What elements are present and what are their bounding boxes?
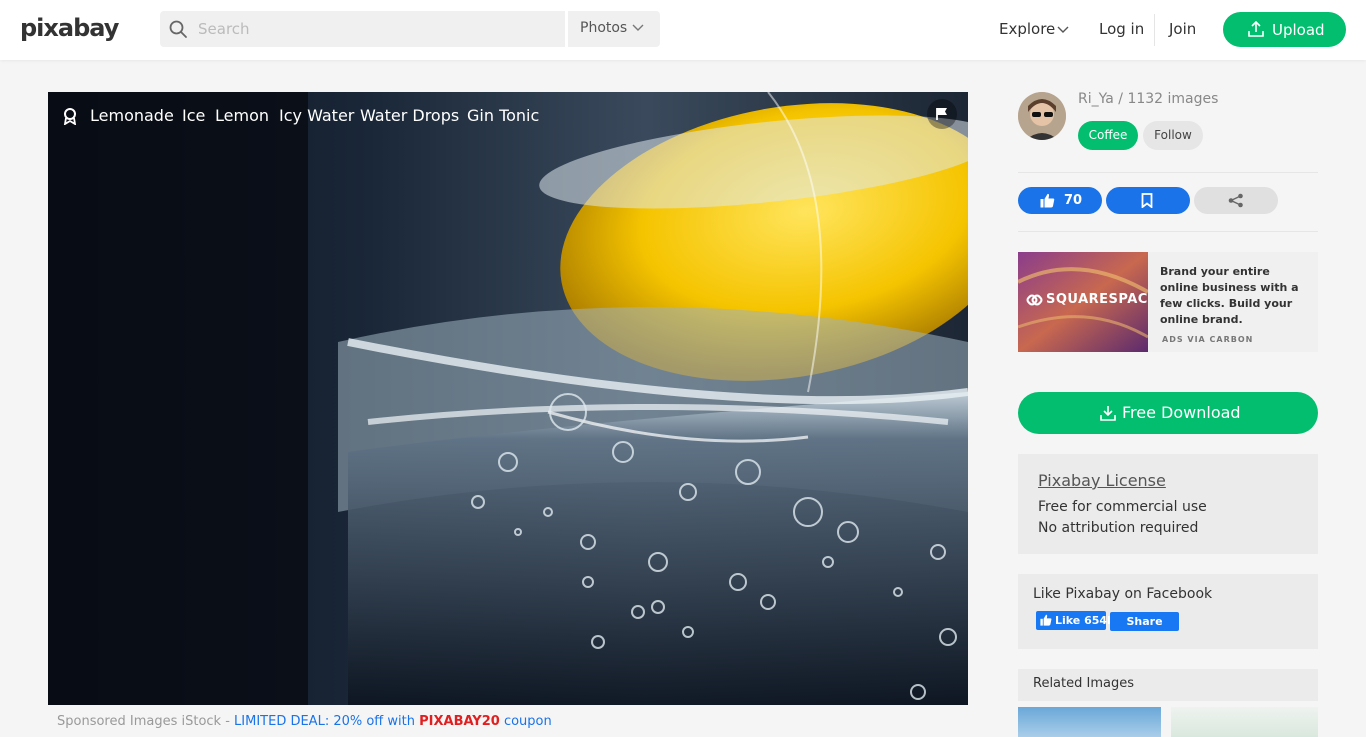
ad-text[interactable]: Brand your entire online business with a… <box>1160 264 1310 328</box>
tag-link[interactable]: Water Drops <box>360 106 459 125</box>
main-photo[interactable]: Lemonade Ice Lemon Icy Water Water Drops… <box>48 92 968 705</box>
avatar-image <box>1018 92 1066 140</box>
ad-brand: SQUARESPACE <box>1046 292 1148 307</box>
license-box: Pixabay License Free for commercial use … <box>1018 454 1318 554</box>
search-input[interactable] <box>198 17 558 41</box>
facebook-like-button[interactable]: Like 654K <box>1036 611 1116 630</box>
user-info[interactable]: Ri_Ya / 1132 images <box>1078 91 1218 107</box>
tag-link[interactable]: Gin Tonic <box>467 106 539 125</box>
tag-link[interactable]: Lemonade <box>90 106 174 125</box>
sidebar: Ri_Ya / 1132 images Coffee Follow 70 SQU… <box>1018 0 1318 737</box>
ad-via[interactable]: ADS VIA CARBON <box>1162 335 1253 344</box>
bookmark-icon <box>1141 193 1153 208</box>
chevron-down-icon[interactable] <box>632 24 644 32</box>
photo-image <box>48 92 968 705</box>
search-type-select[interactable]: Photos <box>580 20 627 36</box>
coffee-button[interactable]: Coffee <box>1078 121 1138 150</box>
coupon-suffix[interactable]: coupon <box>500 714 552 729</box>
bookmark-button[interactable] <box>1106 187 1190 214</box>
facebook-title: Like Pixabay on Facebook <box>1033 586 1213 602</box>
like-button[interactable]: 70 <box>1018 187 1102 214</box>
divider <box>1018 231 1318 232</box>
facebook-like-label: Like 654K <box>1055 614 1116 627</box>
license-line: Free for commercial use <box>1038 499 1207 515</box>
tag-link[interactable]: Ice <box>182 106 205 125</box>
search-divider <box>565 11 568 47</box>
ad-image[interactable]: SQUARESPACE <box>1018 252 1148 352</box>
related-image-thumb[interactable] <box>1171 707 1318 737</box>
pixabay-logo[interactable]: pixabay <box>20 14 119 42</box>
tag-link[interactable]: Lemon <box>215 106 269 125</box>
coupon-code[interactable]: PIXABAY20 <box>419 714 500 729</box>
thumbs-up-icon <box>1040 614 1052 626</box>
free-download-button[interactable]: Free Download <box>1018 392 1318 434</box>
facebook-share-button[interactable]: Share <box>1110 612 1179 631</box>
award-icon <box>63 108 77 125</box>
download-label: Free Download <box>1122 403 1241 422</box>
license-link[interactable]: Pixabay License <box>1038 471 1166 490</box>
search-icon[interactable] <box>168 19 188 39</box>
divider <box>1018 172 1318 173</box>
share-icon <box>1228 193 1243 208</box>
search-bar: Photos <box>160 11 660 47</box>
related-images-header: Related Images <box>1018 669 1318 701</box>
carbon-ad[interactable]: SQUARESPACE Brand your entire online bus… <box>1018 252 1318 352</box>
follow-button[interactable]: Follow <box>1143 121 1203 150</box>
license-line: No attribution required <box>1038 520 1199 536</box>
sponsored-prefix: Sponsored Images iStock - <box>57 714 235 729</box>
like-count: 70 <box>1064 193 1083 208</box>
facebook-box: Like Pixabay on Facebook Like 654K Share <box>1018 574 1318 649</box>
istock-deal-link[interactable]: LIMITED DEAL: 20% off with <box>234 714 419 729</box>
flag-icon <box>936 108 947 120</box>
download-icon <box>1100 406 1116 421</box>
report-button[interactable] <box>927 99 957 129</box>
share-button[interactable] <box>1194 187 1278 214</box>
avatar[interactable] <box>1018 92 1066 140</box>
thumbs-up-icon <box>1040 193 1055 208</box>
sponsored-line: Sponsored Images iStock - LIMITED DEAL: … <box>57 714 552 729</box>
related-image-thumb[interactable] <box>1018 707 1161 737</box>
tag-link[interactable]: Icy Water <box>279 106 354 125</box>
related-images-title: Related Images <box>1033 676 1134 691</box>
